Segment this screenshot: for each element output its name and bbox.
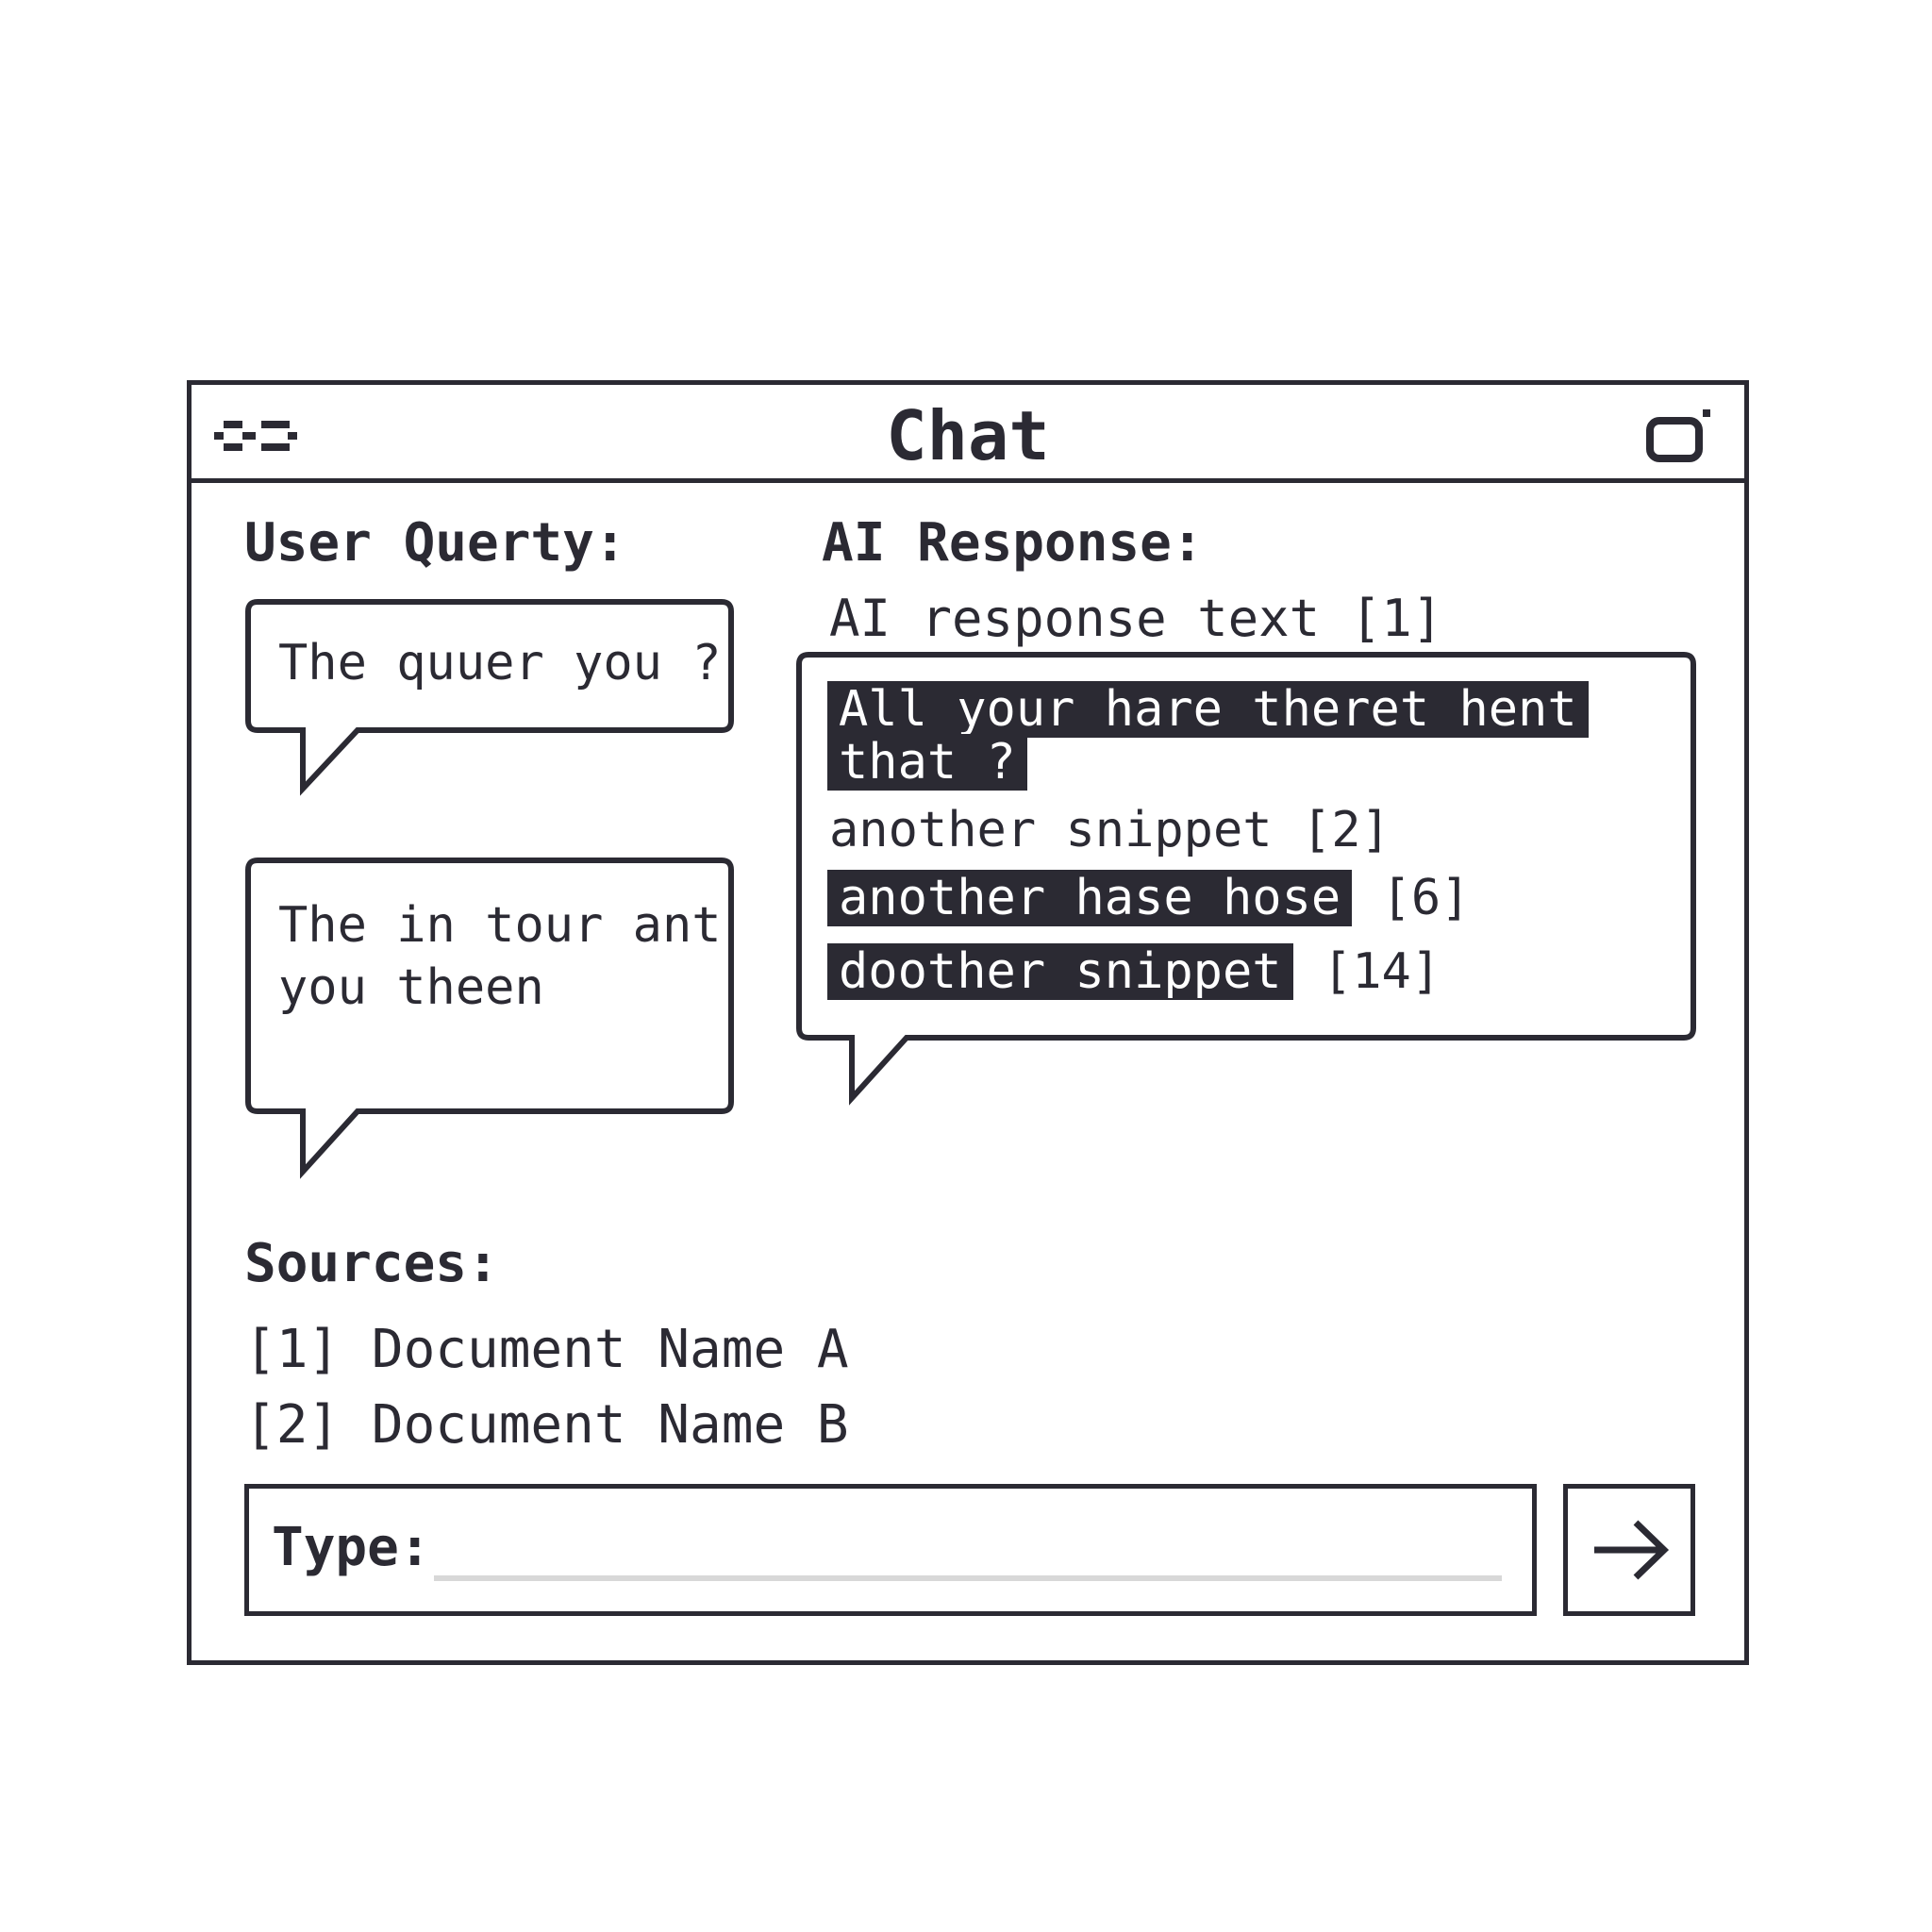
snippet-line: that ? xyxy=(827,732,1027,792)
user-message-text: The quuer you ? xyxy=(278,635,722,691)
user-message-bubble-1 xyxy=(245,599,734,796)
user-query-heading: User Querty: xyxy=(244,512,626,574)
snippet-line: All your hare theret hent xyxy=(827,679,1589,740)
highlighted-snippet[interactable]: doother snippet xyxy=(827,943,1293,1000)
citation-ref[interactable]: [6] xyxy=(1382,870,1471,926)
highlighted-snippet[interactable]: All your hare theret hent xyxy=(827,681,1589,738)
window-title: Chat xyxy=(886,396,1050,475)
source-link[interactable]: [1] Document Name A xyxy=(244,1319,849,1381)
snippet-line: doother snippet [14] xyxy=(827,941,1441,1002)
highlighted-snippet[interactable]: that ? xyxy=(827,734,1027,791)
arrow-right-icon xyxy=(1594,1520,1670,1580)
expand-icon[interactable] xyxy=(1646,406,1714,466)
snippet-line: another snippet [2] xyxy=(829,800,1391,860)
snippet-text: another snippet [2] xyxy=(829,802,1391,858)
message-composer: Type: xyxy=(244,1484,1537,1616)
chat-window: Chat User Querty: The quuer you ? The in… xyxy=(187,380,1749,1665)
input-label: Type: xyxy=(272,1517,431,1578)
message-input[interactable] xyxy=(434,1521,1502,1581)
citation-ref[interactable]: [14] xyxy=(1323,943,1441,1000)
title-bar: Chat xyxy=(192,385,1744,483)
ai-response-heading: AI Response: xyxy=(822,512,1204,574)
highlighted-snippet[interactable]: another hase hose xyxy=(827,870,1353,926)
ai-response-intro: AI response text [1] xyxy=(829,589,1443,648)
sources-heading: Sources: xyxy=(244,1233,499,1294)
ai-response-snippets: All your hare theret hent that ? another… xyxy=(827,679,1676,1038)
snippet-line: another hase hose [6] xyxy=(827,868,1470,928)
user-message-text: The in tour ant you theen xyxy=(278,897,722,1016)
send-button[interactable] xyxy=(1563,1484,1695,1616)
source-link[interactable]: [2] Document Name B xyxy=(244,1394,849,1457)
